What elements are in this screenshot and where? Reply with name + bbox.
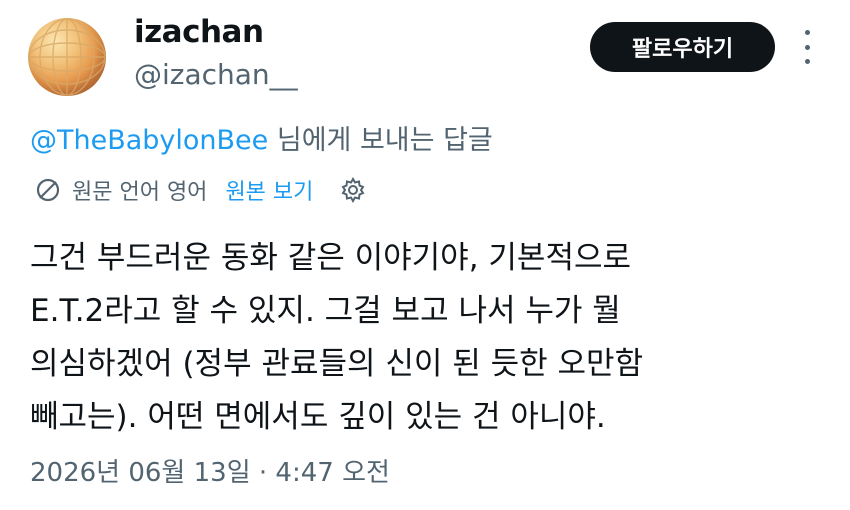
more-options-icon[interactable] <box>800 30 814 64</box>
reply-context: @TheBabylonBee 님에게 보내는 답글 <box>30 118 493 157</box>
tweet-timestamp[interactable]: 2026년 06월 13일 · 4:47 오전 <box>30 452 390 489</box>
globe-avatar-graphic <box>28 18 106 96</box>
user-handle[interactable]: @izachan__ <box>134 58 298 91</box>
tweet-text-line: 그건 부드러운 동화 같은 이야기야, 기본적으로 <box>30 240 632 276</box>
tweet-text-line: 의심하겠어 (정부 관료들의 신이 된 듯한 오만함 <box>30 346 644 382</box>
tweet-text-line: E.T.2라고 할 수 있지. 그걸 보고 나서 누가 뭘 <box>30 293 621 329</box>
display-name[interactable]: izachan <box>134 14 264 50</box>
gear-icon[interactable] <box>339 176 367 204</box>
show-original-link[interactable]: 원본 보기 <box>225 174 313 206</box>
reply-mention-link[interactable]: @TheBabylonBee <box>30 125 268 156</box>
translation-bar: 원문 언어 영어 원본 보기 <box>34 172 367 208</box>
tweet-text: 그건 부드러운 동화 같은 이야기야, 기본적으로 E.T.2라고 할 수 있지… <box>30 232 820 444</box>
tweet-text-line: 빼고는). 어떤 면에서도 깊이 있는 건 아니야. <box>30 399 606 435</box>
follow-button[interactable]: 팔로우하기 <box>590 22 775 72</box>
reply-context-text: 님에게 보내는 답글 <box>268 125 493 156</box>
avatar[interactable] <box>28 18 106 96</box>
translation-info: 원문 언어 영어 <box>72 180 208 205</box>
translate-globe-icon <box>36 178 60 202</box>
